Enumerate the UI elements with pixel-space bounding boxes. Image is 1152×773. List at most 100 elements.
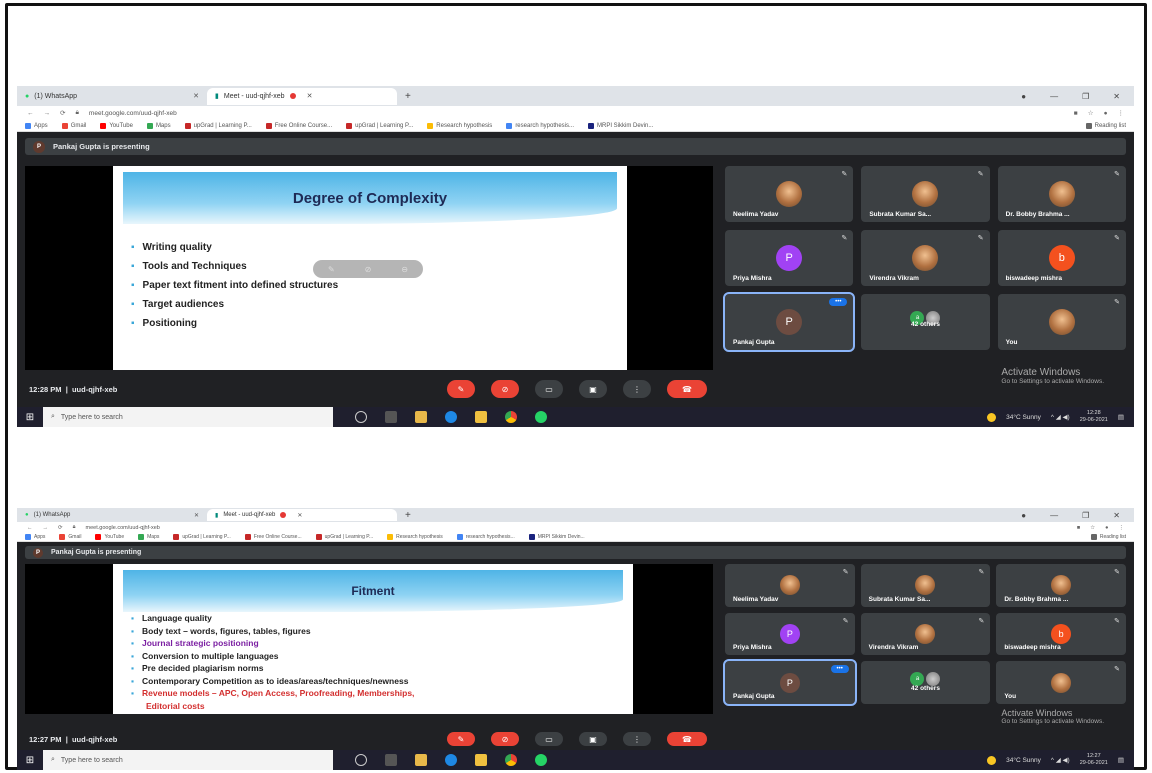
widgets-icon[interactable]: [385, 411, 397, 423]
taskbar-search[interactable]: ⌕ Type here to search: [43, 407, 333, 427]
minimize-icon[interactable]: —: [1050, 92, 1058, 101]
participant-tile[interactable]: ✎ Subrata Kumar Sa...: [861, 166, 990, 222]
bookmark-item[interactable]: Research hypothesis: [387, 534, 443, 540]
bookmark-item[interactable]: MRPI Sikkim Devin...: [588, 122, 653, 129]
url-field[interactable]: meet.google.com/uud-qjhf-xeb: [89, 110, 1064, 117]
more-options-button[interactable]: ⋮: [623, 380, 651, 398]
bookmark-item[interactable]: research hypothesis...: [456, 534, 515, 540]
participant-tile-others[interactable]: a 42 others: [861, 294, 990, 350]
chrome-icon[interactable]: [505, 411, 517, 423]
taskbar-search[interactable]: ⌕ Type here to search: [43, 750, 333, 770]
close-icon[interactable]: ✕: [193, 92, 199, 100]
participant-tile[interactable]: ✎ Subrata Kumar Sa...: [860, 564, 991, 607]
end-call-button[interactable]: ☎: [667, 732, 707, 746]
forward-icon[interactable]: →: [44, 110, 51, 117]
camera-toggle-button[interactable]: ⊘: [491, 732, 519, 746]
edge-icon[interactable]: [445, 411, 457, 423]
bookmark-item[interactable]: Reading list: [1090, 534, 1126, 540]
avatar-icon[interactable]: ●: [1104, 110, 1108, 117]
bookmark-item[interactable]: Maps: [138, 534, 159, 540]
bookmark-item[interactable]: Free Online Course...: [244, 534, 302, 540]
store-icon[interactable]: [415, 411, 427, 423]
clock[interactable]: 12:27 29-06-2021: [1080, 753, 1108, 767]
minimize-icon[interactable]: —: [1050, 511, 1058, 520]
bookmark-item[interactable]: upGrad | Learning P...: [184, 122, 252, 129]
participant-tile-self[interactable]: ✎ You: [996, 661, 1126, 704]
end-call-button[interactable]: ☎: [667, 380, 707, 398]
windows-start-icon[interactable]: ⊞: [17, 407, 43, 427]
captions-button[interactable]: ▭: [535, 732, 563, 746]
bookmark-item[interactable]: Apps: [25, 122, 48, 129]
file-explorer-icon[interactable]: [475, 411, 487, 423]
notifications-icon[interactable]: ▤: [1118, 756, 1124, 764]
present-button[interactable]: ▣: [579, 732, 607, 746]
bookmark-item[interactable]: Reading list: [1085, 122, 1126, 129]
bookmark-item[interactable]: MRPI Sikkim Devin...: [528, 534, 585, 540]
participant-tile-self[interactable]: ✎ You: [997, 294, 1126, 350]
windows-start-icon[interactable]: ⊞: [17, 750, 43, 770]
participant-tile-presenter[interactable]: ••• P Pankaj Gupta: [723, 659, 857, 706]
close-icon[interactable]: ✕: [297, 512, 302, 519]
camera-icon[interactable]: ■: [1077, 525, 1080, 531]
menu-icon[interactable]: ⋮: [1119, 525, 1125, 531]
avatar-icon[interactable]: ●: [1105, 525, 1108, 531]
tab-meet[interactable]: ▮ Meet - uud-qjhf-xeb ✕: [207, 87, 397, 105]
pin-icon[interactable]: ✎: [328, 265, 335, 274]
edge-icon[interactable]: [445, 754, 457, 766]
menu-icon[interactable]: ⋮: [1118, 109, 1125, 117]
meeting-details[interactable]: 12:27 PM | uud-qjhf-xeb: [29, 735, 117, 744]
close-window-icon[interactable]: ✕: [1113, 511, 1120, 520]
bookmark-item[interactable]: upGrad | Learning P...: [346, 122, 413, 129]
maximize-icon[interactable]: ❐: [1082, 511, 1089, 520]
participant-tile-presenter[interactable]: ••• P Pankaj Gupta: [722, 292, 856, 352]
url-field[interactable]: meet.google.com/uud-qjhf-xeb: [86, 525, 1067, 531]
bookmark-item[interactable]: upGrad | Learning P...: [173, 534, 231, 540]
bookmark-item[interactable]: Research hypothesis: [427, 122, 492, 129]
bookmark-item[interactable]: research hypothesis...: [506, 122, 574, 129]
close-icon[interactable]: ✕: [307, 92, 313, 100]
bookmark-item[interactable]: YouTube: [95, 534, 124, 540]
profile-icon[interactable]: ●: [1021, 511, 1026, 520]
tray-icons[interactable]: ^ ◢ ◀): [1051, 756, 1070, 764]
participant-tile[interactable]: ✎ P Priya Mishra: [725, 612, 855, 656]
star-icon[interactable]: ☆: [1088, 109, 1094, 117]
camera-toggle-button[interactable]: ⊘: [491, 380, 519, 398]
mic-toggle-button[interactable]: ✎: [447, 732, 475, 746]
file-explorer-icon[interactable]: [475, 754, 487, 766]
new-tab-icon[interactable]: +: [405, 510, 411, 521]
bookmark-item[interactable]: upGrad | Learning P...: [315, 534, 373, 540]
participant-tile[interactable]: ✎ Neelima Yadav: [725, 564, 855, 607]
widgets-icon[interactable]: [385, 754, 397, 766]
bookmark-item[interactable]: Maps: [146, 122, 171, 129]
bookmark-item[interactable]: Free Online Course...: [265, 122, 332, 129]
participant-tile[interactable]: ✎ Neelima Yadav: [725, 166, 854, 222]
chrome-icon[interactable]: [505, 754, 517, 766]
meeting-details[interactable]: 12:28 PM | uud-qjhf-xeb: [29, 385, 117, 394]
tab-meet[interactable]: ▮ Meet - uud-qjhf-xeb ✕: [207, 509, 397, 521]
participant-tile[interactable]: ✎ b biswadeep mishra: [996, 612, 1126, 656]
close-icon[interactable]: ✕: [194, 512, 199, 519]
store-icon[interactable]: [415, 754, 427, 766]
captions-button[interactable]: ▭: [535, 380, 563, 398]
close-window-icon[interactable]: ✕: [1113, 92, 1120, 101]
back-icon[interactable]: ←: [27, 525, 33, 531]
whatsapp-icon[interactable]: [535, 411, 547, 423]
notifications-icon[interactable]: ▤: [1118, 413, 1124, 421]
reload-icon[interactable]: ⟳: [60, 109, 65, 117]
mute-icon[interactable]: ⊘: [365, 265, 372, 274]
whatsapp-icon[interactable]: [535, 754, 547, 766]
back-icon[interactable]: ←: [27, 110, 34, 117]
clock[interactable]: 12:28 29-06-2021: [1080, 410, 1108, 424]
maximize-icon[interactable]: ❐: [1082, 92, 1089, 101]
participant-tile[interactable]: ✎ Dr. Bobby Brahma ...: [996, 564, 1126, 607]
bookmark-item[interactable]: Gmail: [61, 122, 86, 129]
bookmark-item[interactable]: YouTube: [100, 122, 133, 129]
forward-icon[interactable]: →: [43, 525, 49, 531]
participant-tile[interactable]: ✎ b biswadeep mishra: [997, 230, 1126, 286]
participant-tile[interactable]: ✎ Dr. Bobby Brahma ...: [997, 166, 1126, 222]
mic-toggle-button[interactable]: ✎: [447, 380, 475, 398]
participant-tile[interactable]: ✎ P Priya Mishra: [725, 230, 854, 286]
bookmark-item[interactable]: Apps: [25, 534, 45, 540]
camera-icon[interactable]: ■: [1074, 110, 1078, 117]
bookmark-item[interactable]: Gmail: [59, 534, 81, 540]
